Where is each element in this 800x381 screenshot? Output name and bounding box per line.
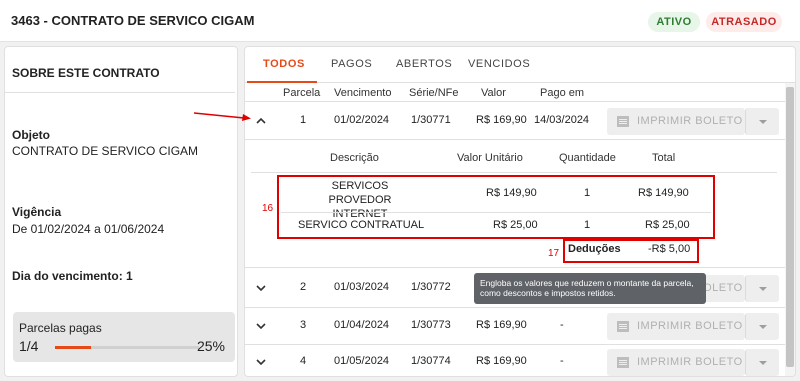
validity-value: De 01/02/2024 a 01/06/2024 [12, 222, 165, 236]
annotation-label-17: 17 [548, 248, 560, 259]
scrollbar-thumb[interactable] [786, 87, 794, 367]
row-serie: 1/30773 [411, 319, 451, 331]
contract-info-title: SOBRE ESTE CONTRATO [12, 66, 160, 80]
tab-pagos[interactable]: PAGOS [331, 58, 372, 70]
row-vencimento: 01/02/2024 [334, 114, 390, 126]
paid-percent: 25% [196, 338, 225, 354]
row-vencimento: 01/03/2024 [334, 281, 390, 293]
annotation-arrow-icon [194, 112, 251, 121]
caret-down-icon [759, 325, 767, 329]
annotation-label-16: 16 [262, 203, 274, 214]
row-divider [245, 101, 785, 102]
print-boleto-button[interactable]: IMPRIMIR BOLETO [607, 313, 745, 340]
row-serie: 1/30772 [411, 281, 451, 293]
print-boleto-button[interactable]: IMPRIMIR BOLETO [607, 349, 745, 376]
col-valor: Valor [481, 87, 506, 99]
detail-col-quantidade: Quantidade [559, 152, 616, 164]
divider [5, 92, 235, 93]
print-boleto-label: IMPRIMIR BOLETO [637, 320, 743, 332]
row-parcela: 4 [300, 355, 307, 367]
col-pago-em: Pago em [540, 87, 585, 99]
contract-header: 3463 - CONTRATO DE SERVICO CIGAM ATIVO A… [0, 0, 800, 42]
due-day: Dia do vencimento: 1 [12, 269, 133, 283]
row-divider [245, 307, 785, 308]
chevron-up-icon[interactable] [254, 114, 268, 128]
document-icon [617, 116, 629, 127]
row-parcela: 2 [300, 281, 307, 293]
caret-down-icon [759, 120, 767, 124]
object-value: CONTRATO DE SERVICO CIGAM [12, 144, 199, 158]
row-serie: 1/30771 [411, 114, 451, 126]
row-valor: R$ 169,90 [476, 355, 527, 367]
row-pago-em: 14/03/2024 [534, 114, 590, 126]
col-serie: Série/NFe [409, 87, 459, 99]
status-badge-late: ATRASADO [706, 12, 782, 32]
row-vencimento: 01/05/2024 [334, 355, 390, 367]
row-valor: R$ 169,90 [476, 114, 527, 126]
detail-col-descricao: Descrição [330, 152, 379, 164]
detail-divider [251, 172, 777, 173]
print-options-dropdown[interactable] [745, 313, 779, 340]
tab-todos[interactable]: TODOS [263, 58, 305, 70]
print-boleto-label: IMPRIMIR BOLETO [637, 356, 743, 368]
paid-value: 1/4 [19, 338, 39, 354]
print-options-dropdown[interactable] [745, 275, 779, 302]
status-badge-active: ATIVO [648, 12, 700, 32]
print-options-dropdown[interactable] [745, 349, 779, 376]
detail-col-total: Total [652, 152, 676, 164]
page-title: 3463 - CONTRATO DE SERVICO CIGAM [11, 13, 255, 28]
document-icon [617, 321, 629, 332]
chevron-down-icon[interactable] [254, 355, 268, 369]
scrollbar[interactable] [785, 83, 795, 376]
paid-progress-fill [55, 346, 91, 349]
caret-down-icon [759, 361, 767, 365]
chevron-down-icon[interactable] [254, 319, 268, 333]
validity-label: Vigência [12, 205, 62, 219]
print-options-dropdown[interactable] [745, 108, 779, 135]
row-divider [245, 139, 785, 140]
annotation-box-16 [277, 175, 715, 239]
paid-installments-box: Parcelas pagas 1/4 25% [13, 312, 235, 362]
deductions-tooltip: Engloba os valores que reduzem o montant… [474, 273, 706, 304]
row-vencimento: 01/04/2024 [334, 319, 390, 331]
row-pago-em: - [560, 355, 564, 367]
detail-col-valor-unitario: Valor Unitário [457, 152, 523, 164]
row-divider [245, 267, 785, 268]
row-pago-em: - [560, 319, 564, 331]
col-vencimento: Vencimento [334, 87, 392, 99]
installment-tabs: TODOS PAGOS ABERTOS VENCIDOS [245, 47, 795, 83]
paid-label: Parcelas pagas [19, 321, 102, 335]
chevron-down-icon[interactable] [254, 281, 268, 295]
annotation-box-17 [563, 239, 699, 263]
tab-abertos[interactable]: ABERTOS [396, 58, 452, 70]
tab-vencidos[interactable]: VENCIDOS [468, 58, 530, 70]
contract-info-card: SOBRE ESTE CONTRATO Objeto CONTRATO DE S… [4, 46, 238, 377]
row-parcela: 1 [300, 114, 307, 126]
installments-card: TODOS PAGOS ABERTOS VENCIDOS Parcela Ven… [244, 46, 796, 377]
row-parcela: 3 [300, 319, 307, 331]
active-tab-indicator [247, 81, 317, 83]
caret-down-icon [759, 287, 767, 291]
document-icon [617, 357, 629, 368]
print-boleto-label: IMPRIMIR BOLETO [637, 115, 743, 127]
print-boleto-button[interactable]: IMPRIMIR BOLETO [607, 108, 745, 135]
row-serie: 1/30774 [411, 355, 451, 367]
paid-progress-bar [55, 346, 199, 349]
col-parcela: Parcela [283, 87, 321, 99]
row-valor: R$ 169,90 [476, 319, 527, 331]
row-divider [245, 344, 785, 345]
object-label: Objeto [12, 128, 50, 142]
